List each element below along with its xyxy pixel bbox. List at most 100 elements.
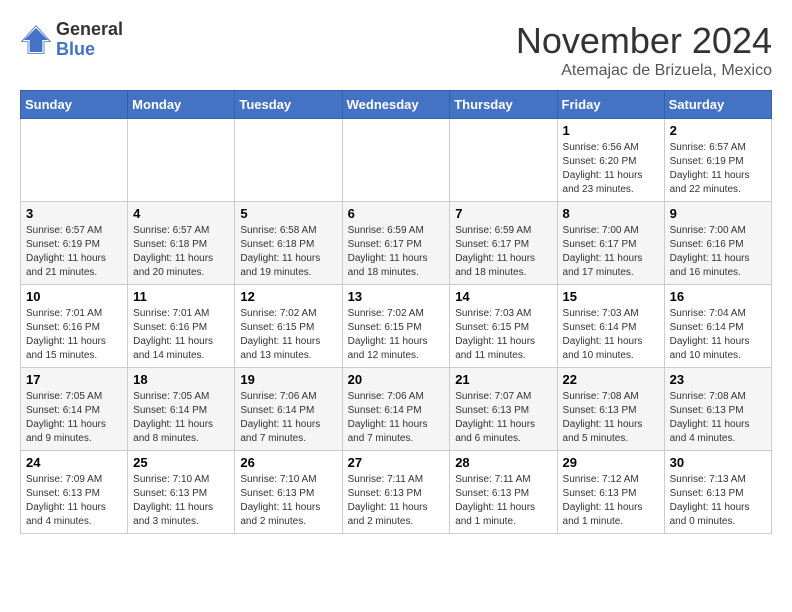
- calendar-cell: 25 Sunrise: 7:10 AMSunset: 6:13 PMDayligh…: [128, 451, 235, 534]
- calendar-cell: [21, 119, 128, 202]
- calendar-cell: 14 Sunrise: 7:03 AMSunset: 6:15 PMDayligh…: [450, 285, 557, 368]
- calendar-cell: 19 Sunrise: 7:06 AMSunset: 6:14 PMDayligh…: [235, 368, 342, 451]
- calendar-table: SundayMondayTuesdayWednesdayThursdayFrid…: [20, 90, 772, 534]
- calendar-week-row: 10 Sunrise: 7:01 AMSunset: 6:16 PMDayligh…: [21, 285, 772, 368]
- day-of-week-header: Monday: [128, 91, 235, 119]
- day-number: 10: [26, 289, 122, 304]
- calendar-week-row: 1 Sunrise: 6:56 AMSunset: 6:20 PMDaylight…: [21, 119, 772, 202]
- calendar-cell: 21 Sunrise: 7:07 AMSunset: 6:13 PMDayligh…: [450, 368, 557, 451]
- logo-icon: [20, 24, 52, 56]
- day-number: 29: [563, 455, 659, 470]
- day-info: Sunrise: 7:11 AMSunset: 6:13 PMDaylight:…: [348, 473, 445, 529]
- day-number: 7: [455, 206, 551, 221]
- calendar-cell: 26 Sunrise: 7:10 AMSunset: 6:13 PMDayligh…: [235, 451, 342, 534]
- day-number: 13: [348, 289, 445, 304]
- day-number: 2: [670, 123, 766, 138]
- calendar-cell: 3 Sunrise: 6:57 AMSunset: 6:19 PMDaylight…: [21, 202, 128, 285]
- calendar-cell: [235, 119, 342, 202]
- calendar-cell: 22 Sunrise: 7:08 AMSunset: 6:13 PMDayligh…: [557, 368, 664, 451]
- day-info: Sunrise: 7:04 AMSunset: 6:14 PMDaylight:…: [670, 307, 766, 363]
- day-of-week-header: Friday: [557, 91, 664, 119]
- day-info: Sunrise: 7:09 AMSunset: 6:13 PMDaylight:…: [26, 473, 122, 529]
- calendar-cell: 24Sunrise: 7:09 AMSunset: 6:13 PMDayligh…: [21, 451, 128, 534]
- day-of-week-header: Saturday: [664, 91, 771, 119]
- calendar-cell: 15 Sunrise: 7:03 AMSunset: 6:14 PMDayligh…: [557, 285, 664, 368]
- calendar-week-row: 3 Sunrise: 6:57 AMSunset: 6:19 PMDaylight…: [21, 202, 772, 285]
- calendar-header: SundayMondayTuesdayWednesdayThursdayFrid…: [21, 91, 772, 119]
- day-number: 6: [348, 206, 445, 221]
- day-info: Sunrise: 7:02 AMSunset: 6:15 PMDaylight:…: [240, 307, 336, 363]
- day-number: 22: [563, 372, 659, 387]
- day-info: Sunrise: 7:06 AMSunset: 6:14 PMDaylight:…: [240, 390, 336, 446]
- calendar-cell: 20Sunrise: 7:06 AMSunset: 6:14 PMDayligh…: [342, 368, 450, 451]
- day-of-week-header: Sunday: [21, 91, 128, 119]
- day-number: 17: [26, 372, 122, 387]
- calendar-cell: 13 Sunrise: 7:02 AMSunset: 6:15 PMDayligh…: [342, 285, 450, 368]
- title-block: November 2024 Atemajac de Brizuela, Mexi…: [516, 20, 772, 80]
- day-info: Sunrise: 7:01 AMSunset: 6:16 PMDaylight:…: [133, 307, 229, 363]
- day-info: Sunrise: 7:01 AMSunset: 6:16 PMDaylight:…: [26, 307, 122, 363]
- day-number: 1: [563, 123, 659, 138]
- calendar-cell: 2Sunrise: 6:57 AMSunset: 6:19 PMDaylight…: [664, 119, 771, 202]
- calendar-cell: 11Sunrise: 7:01 AMSunset: 6:16 PMDayligh…: [128, 285, 235, 368]
- day-info: Sunrise: 7:08 AMSunset: 6:13 PMDaylight:…: [563, 390, 659, 446]
- day-info: Sunrise: 6:57 AMSunset: 6:19 PMDaylight:…: [26, 224, 122, 280]
- calendar-body: 1 Sunrise: 6:56 AMSunset: 6:20 PMDaylight…: [21, 119, 772, 534]
- day-info: Sunrise: 7:05 AMSunset: 6:14 PMDaylight:…: [133, 390, 229, 446]
- day-number: 15: [563, 289, 659, 304]
- logo: General Blue: [20, 20, 123, 60]
- day-info: Sunrise: 7:12 AMSunset: 6:13 PMDaylight:…: [563, 473, 659, 529]
- day-info: Sunrise: 7:00 AMSunset: 6:17 PMDaylight:…: [563, 224, 659, 280]
- day-info: Sunrise: 7:03 AMSunset: 6:15 PMDaylight:…: [455, 307, 551, 363]
- day-number: 3: [26, 206, 122, 221]
- day-info: Sunrise: 7:00 AMSunset: 6:16 PMDaylight:…: [670, 224, 766, 280]
- calendar-cell: 5 Sunrise: 6:58 AMSunset: 6:18 PMDaylight…: [235, 202, 342, 285]
- calendar-week-row: 17 Sunrise: 7:05 AMSunset: 6:14 PMDayligh…: [21, 368, 772, 451]
- calendar-cell: 8 Sunrise: 7:00 AMSunset: 6:17 PMDaylight…: [557, 202, 664, 285]
- calendar-cell: [450, 119, 557, 202]
- day-info: Sunrise: 7:10 AMSunset: 6:13 PMDaylight:…: [133, 473, 229, 529]
- day-number: 5: [240, 206, 336, 221]
- days-of-week-row: SundayMondayTuesdayWednesdayThursdayFrid…: [21, 91, 772, 119]
- calendar-cell: 30Sunrise: 7:13 AMSunset: 6:13 PMDayligh…: [664, 451, 771, 534]
- calendar-cell: 4 Sunrise: 6:57 AMSunset: 6:18 PMDaylight…: [128, 202, 235, 285]
- calendar-cell: [128, 119, 235, 202]
- day-number: 28: [455, 455, 551, 470]
- day-number: 20: [348, 372, 445, 387]
- day-number: 18: [133, 372, 229, 387]
- day-info: Sunrise: 6:59 AMSunset: 6:17 PMDaylight:…: [455, 224, 551, 280]
- day-info: Sunrise: 6:57 AMSunset: 6:18 PMDaylight:…: [133, 224, 229, 280]
- day-number: 21: [455, 372, 551, 387]
- day-of-week-header: Tuesday: [235, 91, 342, 119]
- day-number: 8: [563, 206, 659, 221]
- day-info: Sunrise: 6:58 AMSunset: 6:18 PMDaylight:…: [240, 224, 336, 280]
- page-header: General Blue November 2024 Atemajac de B…: [20, 20, 772, 80]
- day-info: Sunrise: 7:02 AMSunset: 6:15 PMDaylight:…: [348, 307, 445, 363]
- calendar-cell: 7 Sunrise: 6:59 AMSunset: 6:17 PMDaylight…: [450, 202, 557, 285]
- day-number: 19: [240, 372, 336, 387]
- day-number: 9: [670, 206, 766, 221]
- calendar-cell: 10 Sunrise: 7:01 AMSunset: 6:16 PMDayligh…: [21, 285, 128, 368]
- day-number: 12: [240, 289, 336, 304]
- logo-text: General Blue: [56, 20, 123, 60]
- day-number: 4: [133, 206, 229, 221]
- day-number: 25: [133, 455, 229, 470]
- day-info: Sunrise: 7:10 AMSunset: 6:13 PMDaylight:…: [240, 473, 336, 529]
- day-info: Sunrise: 7:03 AMSunset: 6:14 PMDaylight:…: [563, 307, 659, 363]
- day-info: Sunrise: 6:59 AMSunset: 6:17 PMDaylight:…: [348, 224, 445, 280]
- month-title: November 2024: [516, 20, 772, 62]
- calendar-cell: 1 Sunrise: 6:56 AMSunset: 6:20 PMDaylight…: [557, 119, 664, 202]
- calendar-cell: 27 Sunrise: 7:11 AMSunset: 6:13 PMDayligh…: [342, 451, 450, 534]
- calendar-cell: 23Sunrise: 7:08 AMSunset: 6:13 PMDayligh…: [664, 368, 771, 451]
- calendar-cell: 6 Sunrise: 6:59 AMSunset: 6:17 PMDaylight…: [342, 202, 450, 285]
- day-of-week-header: Thursday: [450, 91, 557, 119]
- day-info: Sunrise: 7:07 AMSunset: 6:13 PMDaylight:…: [455, 390, 551, 446]
- calendar-cell: 29 Sunrise: 7:12 AMSunset: 6:13 PMDayligh…: [557, 451, 664, 534]
- day-info: Sunrise: 7:13 AMSunset: 6:13 PMDaylight:…: [670, 473, 766, 529]
- day-number: 14: [455, 289, 551, 304]
- day-number: 26: [240, 455, 336, 470]
- day-info: Sunrise: 7:05 AMSunset: 6:14 PMDaylight:…: [26, 390, 122, 446]
- day-info: Sunrise: 7:11 AMSunset: 6:13 PMDaylight:…: [455, 473, 551, 529]
- day-number: 27: [348, 455, 445, 470]
- day-info: Sunrise: 6:56 AMSunset: 6:20 PMDaylight:…: [563, 141, 659, 197]
